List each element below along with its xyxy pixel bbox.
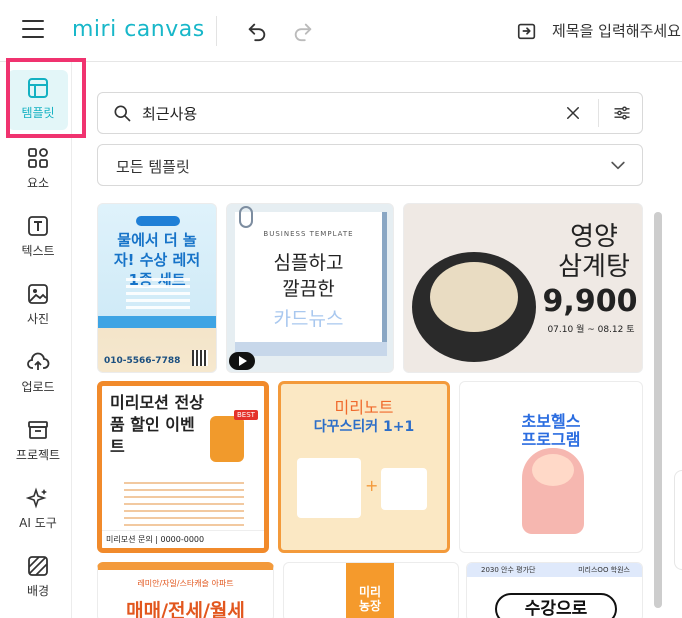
sidebar-item-upload[interactable]: 업로드 <box>8 344 68 404</box>
upload-icon <box>27 352 50 370</box>
menu-icon[interactable] <box>22 20 44 40</box>
card-subtitle: BUSINESS TEMPLATE <box>263 230 354 238</box>
card-title: 수강으로 <box>495 593 617 618</box>
search-icon[interactable] <box>112 103 132 123</box>
card-image <box>297 458 361 518</box>
card-title: 깔끔한 <box>282 278 335 300</box>
background-icon <box>28 556 48 576</box>
sidebar: 템플릿 요소 텍스트 사진 업로드 프로젝트 AI 도구 배경 <box>0 62 72 618</box>
template-card[interactable]: 미리노트 다꾸스티커 1+1 + <box>278 381 450 553</box>
elements-icon <box>28 148 48 168</box>
template-card[interactable]: 레미안/자일/스타캐슬 아파트 매매/전세/월세 <box>97 562 274 618</box>
card-decoration <box>98 316 216 328</box>
qr-code-icon <box>192 350 208 366</box>
select-value: 모든 템플릿 <box>116 158 190 176</box>
card-title: 미리모션 전상품 할인 이벤트 <box>110 393 204 456</box>
photo-icon <box>28 284 48 304</box>
sidebar-item-project[interactable]: 프로젝트 <box>8 412 68 472</box>
sidebar-item-label: 프로젝트 <box>15 448 61 462</box>
card-title: 심플하고 <box>273 252 344 274</box>
sidebar-item-label: 요소 <box>26 176 50 190</box>
card-image <box>532 454 574 486</box>
card-subtitle: 미리스OO 학원스 <box>578 566 630 574</box>
card-image <box>381 468 427 510</box>
app-logo[interactable]: miri canvas <box>72 17 205 42</box>
scrollbar-thumb[interactable] <box>654 212 662 608</box>
template-card[interactable]: BUSINESS TEMPLATE 심플하고 깔끔한 카드뉴스 <box>226 203 394 373</box>
sidebar-item-label: 사진 <box>26 312 50 326</box>
card-subtitle: 다꾸스티커 1+1 <box>313 419 415 435</box>
template-icon <box>28 78 48 98</box>
card-decoration <box>124 482 244 526</box>
paperclip-icon <box>239 206 253 228</box>
card-badge: BEST <box>234 410 258 420</box>
sidebar-item-label: 업로드 <box>21 380 55 394</box>
sidebar-item-text[interactable]: 텍스트 <box>8 208 68 268</box>
card-title: 미리 농장 <box>358 585 382 613</box>
video-play-icon <box>229 352 255 370</box>
card-decoration: BUSINESS TEMPLATE 심플하고 깔끔한 카드뉴스 <box>235 212 387 342</box>
card-price: 9,900 <box>542 284 638 319</box>
card-decoration <box>136 216 180 226</box>
sidebar-item-templates[interactable]: 템플릿 <box>8 70 68 130</box>
card-subtitle: 2030 안수 평가단 <box>481 566 536 574</box>
sidebar-item-ai-tools[interactable]: AI 도구 <box>8 480 68 540</box>
sidebar-item-background[interactable]: 배경 <box>8 548 68 608</box>
sidebar-item-label: 배경 <box>26 584 50 598</box>
export-icon[interactable] <box>516 20 538 42</box>
card-image <box>210 416 244 462</box>
card-decoration: 미리 농장 <box>346 563 394 618</box>
template-card[interactable]: 물에서 더 놀자! 수상 레저 1종 세트 010-5566-7788 <box>97 203 217 373</box>
redo-icon[interactable] <box>292 20 314 42</box>
card-decoration: 2030 안수 평가단 미리스OO 학원스 <box>467 563 642 577</box>
template-card[interactable]: 영양 삼계탕 9,900 07.10 월 ~ 08.12 토 <box>403 203 643 373</box>
top-bar: miri canvas 제목을 입력해주세요. <box>0 0 682 62</box>
template-card[interactable]: 초보헬스 프로그램 <box>459 381 643 553</box>
search-bar <box>97 92 643 134</box>
project-icon <box>28 421 48 439</box>
sidebar-item-label: 텍스트 <box>21 244 55 258</box>
panel-resize-handle[interactable] <box>674 470 682 570</box>
template-category-select[interactable]: 모든 템플릿 <box>97 144 643 186</box>
card-date: 07.10 월 ~ 08.12 토 <box>547 325 635 335</box>
card-title: 매매/전세/월세 <box>126 600 245 618</box>
sidebar-item-elements[interactable]: 요소 <box>8 140 68 200</box>
search-divider <box>598 99 599 127</box>
sidebar-item-label: AI 도구 <box>19 516 57 530</box>
close-icon[interactable] <box>564 104 582 122</box>
document-title[interactable]: 제목을 입력해주세요. <box>552 20 682 41</box>
card-footer: 미리모션 문의 | 0000-0000 <box>102 530 264 548</box>
card-title: 미리노트 <box>334 398 394 417</box>
card-decoration <box>126 278 190 312</box>
plus-icon: + <box>365 476 379 495</box>
card-phone: 010-5566-7788 <box>104 356 181 366</box>
card-subtitle: 프로그램 <box>521 430 581 449</box>
undo-icon[interactable] <box>246 20 268 42</box>
card-subtitle: 레미안/자일/스타캐슬 아파트 <box>137 579 234 588</box>
ai-tools-icon <box>26 487 47 509</box>
card-title: 영양 삼계탕 <box>558 222 630 282</box>
card-decoration <box>235 342 387 356</box>
template-card[interactable]: 미리모션 전상품 할인 이벤트 BEST 미리모션 문의 | 0000-0000 <box>97 381 269 553</box>
sidebar-item-photo[interactable]: 사진 <box>8 276 68 336</box>
scrollbar-track[interactable] <box>654 212 662 608</box>
template-card[interactable]: 미리 농장 <box>283 562 459 618</box>
header-divider <box>216 16 217 46</box>
sidebar-item-label: 템플릿 <box>21 106 55 120</box>
template-panel: 모든 템플릿 물에서 더 놀자! 수상 레저 1종 세트 010-5566-77… <box>72 62 682 618</box>
card-title: 카드뉴스 <box>273 308 344 330</box>
text-icon <box>28 216 48 236</box>
template-card[interactable]: 2030 안수 평가단 미리스OO 학원스 수강으로 <box>466 562 643 618</box>
card-image <box>430 262 518 332</box>
chevron-down-icon <box>611 161 625 170</box>
filter-settings-icon[interactable] <box>612 103 632 123</box>
search-input[interactable] <box>142 102 542 124</box>
